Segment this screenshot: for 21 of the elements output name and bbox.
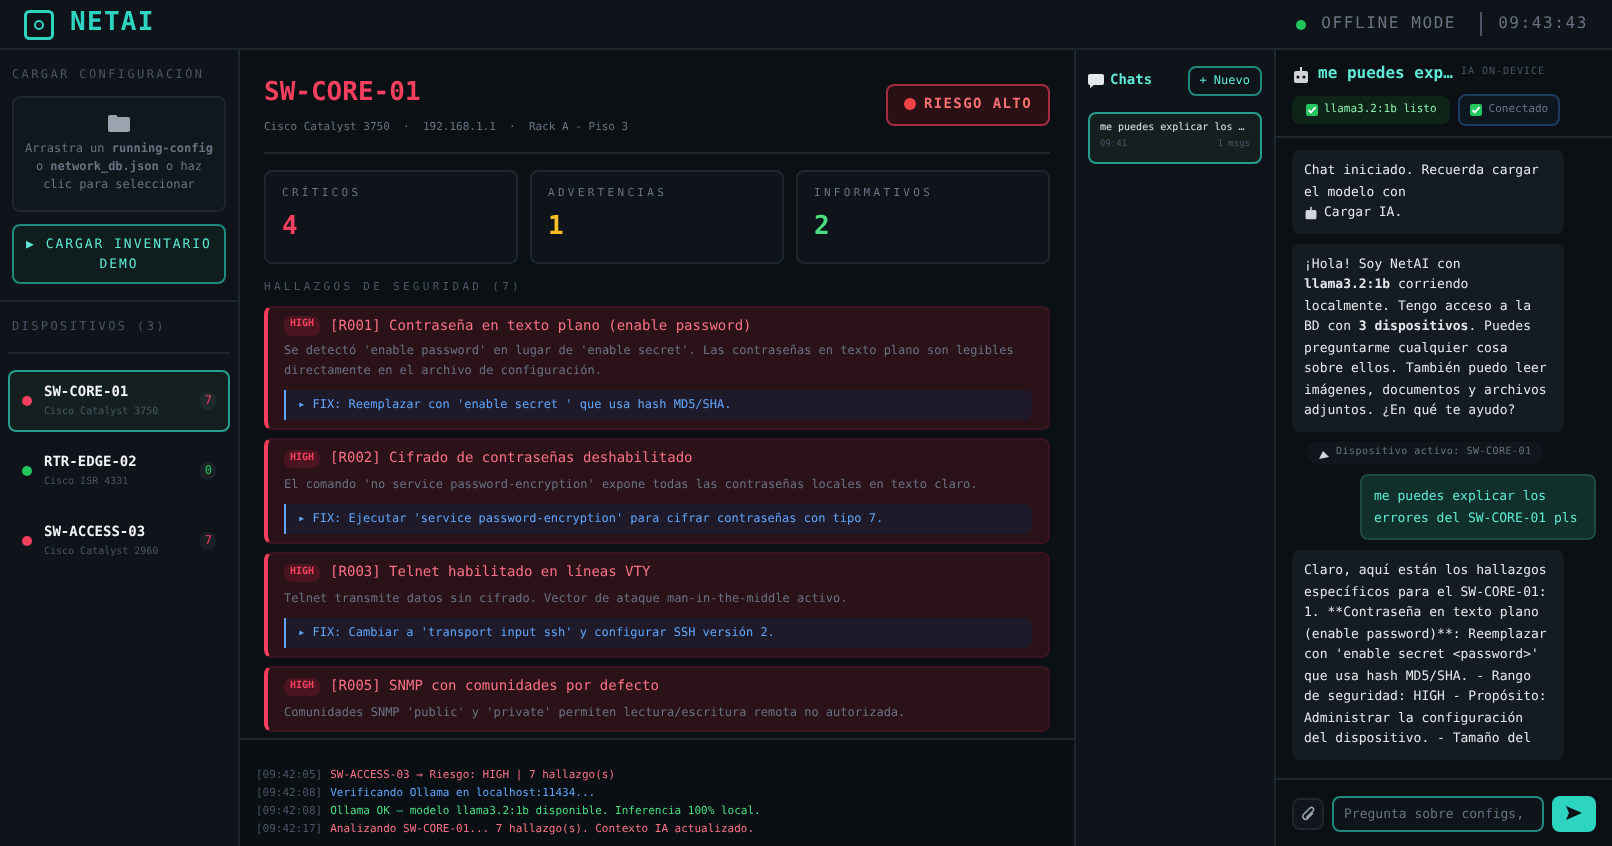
app-logo: NETAI — [70, 6, 155, 43]
chat-title: me puedes exp… — [1318, 62, 1453, 86]
send-icon — [1566, 806, 1582, 820]
stat-value: 1 — [548, 210, 566, 246]
status-dot-icon — [1295, 19, 1306, 29]
clock-time: 09:43:43 — [1480, 12, 1588, 36]
status-label: OFFLINE MODE — [1321, 12, 1457, 36]
robot-icon — [1292, 65, 1310, 83]
attach-button[interactable] — [1292, 797, 1324, 829]
paperclip-icon — [1300, 805, 1316, 821]
alert-dot-icon — [903, 98, 916, 111]
device-title: SW-CORE-01 — [264, 76, 423, 112]
logo-icon — [24, 9, 54, 39]
chat-bubble-icon — [1088, 74, 1104, 88]
folder-icon — [108, 114, 130, 132]
send-button[interactable] — [1552, 795, 1596, 831]
check-icon — [1306, 104, 1318, 117]
robot-icon — [1304, 206, 1318, 220]
stat-value: 2 — [814, 210, 832, 246]
stat-value: 4 — [282, 210, 300, 246]
check-icon — [1470, 104, 1483, 117]
